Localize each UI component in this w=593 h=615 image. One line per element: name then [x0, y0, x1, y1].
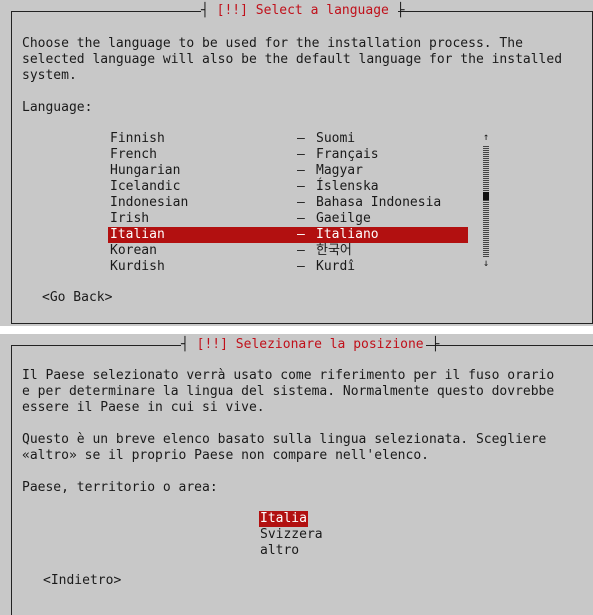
installer-screen: ┤ [!!] Select a language ├ Choose the la…	[0, 0, 593, 615]
language-option-hungarian[interactable]: Hungarian – Magyar	[108, 163, 468, 179]
title-text: Selezionare la posizione	[235, 337, 424, 352]
country-option-altro[interactable]: altro	[259, 543, 300, 559]
arrow-down-icon[interactable]: ↓	[482, 259, 490, 269]
language-scrollbar[interactable]: ↑ ↓	[482, 131, 490, 275]
back-button[interactable]: <Indietro>	[43, 573, 121, 589]
region-label: Paese, territorio o area:	[22, 480, 218, 495]
language-option-indonesian[interactable]: Indonesian – Bahasa Indonesia	[108, 195, 468, 211]
frame-top-right	[398, 11, 593, 12]
country-option-italia[interactable]: Italia	[259, 511, 308, 527]
arrow-up-icon[interactable]: ↑	[482, 133, 490, 143]
title-prefix: [!!]	[196, 337, 228, 352]
frame-bottom	[11, 323, 593, 324]
country-option-svizzera[interactable]: Svizzera	[259, 527, 324, 543]
dialog-intro-secondary: Questo è un breve elenco basato sulla li…	[22, 432, 547, 463]
language-option-french[interactable]: French – Français	[108, 147, 468, 163]
frame-top-right	[426, 345, 593, 346]
language-option-irish[interactable]: Irish – Gaeilge	[108, 211, 468, 227]
location-dialog: ┤ [!!] Selezionare la posizione ├ Il Pae…	[0, 334, 593, 615]
frame-left	[11, 11, 12, 324]
language-dialog: ┤ [!!] Select a language ├ Choose the la…	[0, 0, 593, 326]
language-option-finnish[interactable]: Finnish – Suomi	[108, 131, 468, 147]
frame-top-left	[11, 11, 201, 12]
frame-top-left	[11, 345, 181, 346]
dialog-title: ┤ [!!] Select a language ├	[201, 3, 405, 18]
title-prefix: [!!]	[216, 3, 248, 18]
frame-left	[11, 345, 12, 615]
dialog-intro: Choose the language to be used for the i…	[22, 36, 563, 83]
language-label: Language:	[22, 100, 93, 115]
title-text: Select a language	[255, 3, 389, 18]
language-option-korean[interactable]: Korean – 한국어	[108, 243, 468, 259]
language-list[interactable]: Finnish – Suomi French – Français Hungarian –…	[108, 131, 468, 275]
language-option-kurdish[interactable]: Kurdish – Kurdî	[108, 259, 468, 275]
dialog-title: ┤ [!!] Selezionare la posizione ├	[181, 337, 440, 352]
go-back-button[interactable]: <Go Back>	[42, 290, 112, 306]
language-option-icelandic[interactable]: Icelandic – Íslenska	[108, 179, 468, 195]
dialog-intro: Il Paese selezionato verrà usato come ri…	[22, 368, 555, 415]
country-list[interactable]: Italia Svizzera altro	[259, 511, 324, 559]
language-option-italian[interactable]: Italian – Italiano	[108, 227, 468, 243]
scroll-track[interactable]	[483, 145, 489, 257]
scroll-thumb[interactable]	[483, 192, 489, 200]
